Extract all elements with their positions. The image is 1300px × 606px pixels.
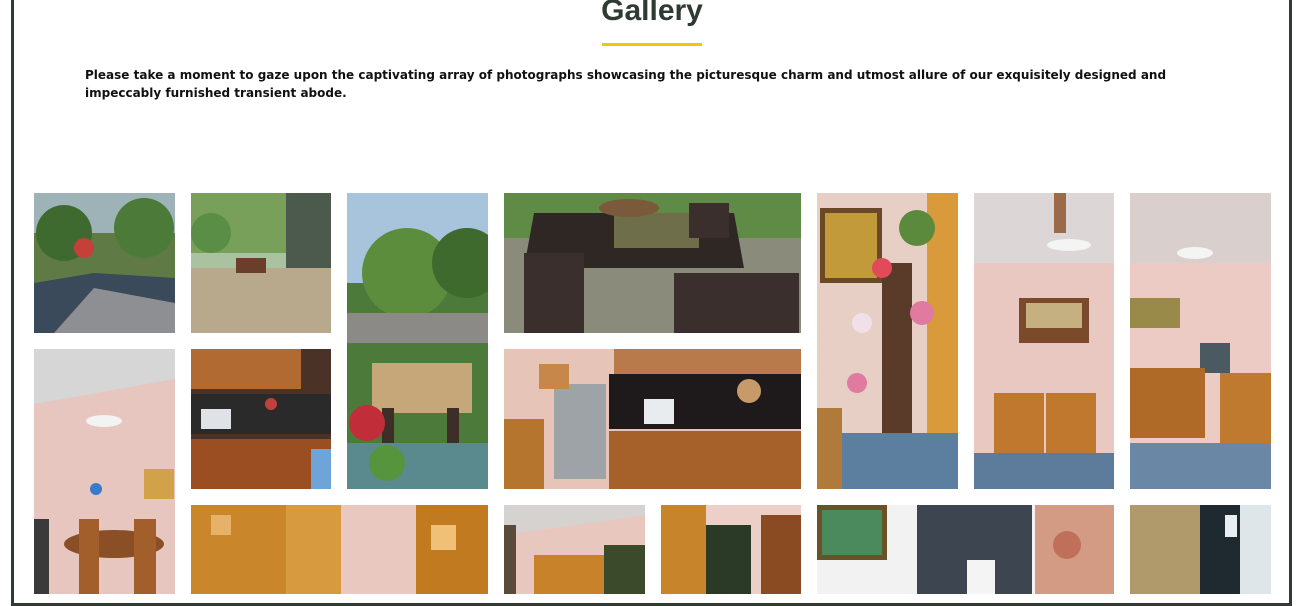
photo-kitchen-cabinets[interactable] — [191, 349, 331, 489]
photo-living-room-wide[interactable] — [974, 193, 1114, 489]
gallery-title: Gallery — [601, 0, 703, 27]
photo-kitchen-counter[interactable] — [504, 349, 801, 489]
gallery-description: Please take a moment to gaze upon the ca… — [85, 68, 1167, 100]
photo-garden-patio[interactable] — [191, 193, 331, 333]
photo-outdoor-table[interactable] — [504, 193, 801, 333]
photo-bedroom-curtains[interactable] — [191, 505, 488, 594]
photo-living-room-corner[interactable] — [1130, 193, 1271, 489]
photo-plant-stand[interactable] — [817, 193, 958, 489]
photo-bathroom[interactable] — [817, 505, 1114, 594]
photo-dining-room[interactable] — [34, 349, 175, 594]
photo-outdoor-dining-tall[interactable] — [347, 193, 488, 489]
photo-bedroom-bunk[interactable] — [661, 505, 801, 594]
photo-bedroom-window[interactable] — [504, 505, 645, 594]
title-underline — [602, 43, 702, 46]
photo-shower[interactable] — [1130, 505, 1271, 594]
photo-garden-path[interactable] — [34, 193, 175, 333]
